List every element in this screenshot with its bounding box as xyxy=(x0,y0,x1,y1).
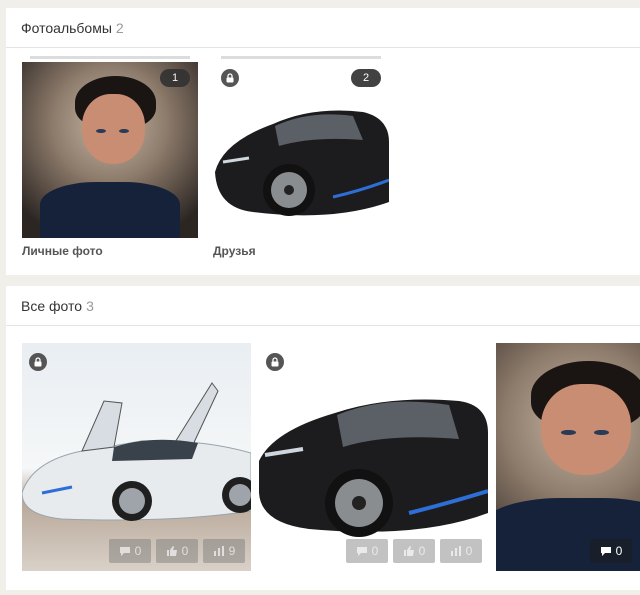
albums-count: 2 xyxy=(115,19,124,36)
comments-button[interactable]: 0 xyxy=(346,539,388,563)
comments-count: 0 xyxy=(134,544,142,558)
portrait-image xyxy=(496,343,640,571)
like-button[interactable]: 0 xyxy=(393,539,435,563)
views-count: 9 xyxy=(228,544,236,558)
views-icon xyxy=(450,546,461,556)
views-icon xyxy=(213,546,224,556)
lock-icon xyxy=(266,353,284,371)
lock-icon xyxy=(221,69,239,87)
car-image xyxy=(22,343,251,571)
album-card[interactable]: 2 Друзья xyxy=(213,56,389,258)
portrait-image xyxy=(22,62,198,238)
album-thumbnail[interactable]: 2 xyxy=(213,62,389,238)
likes-count: 0 xyxy=(181,544,189,558)
like-button[interactable]: 0 xyxy=(156,539,198,563)
comments-count: 0 xyxy=(615,544,623,558)
comment-icon xyxy=(600,547,611,556)
comments-button[interactable]: 0 xyxy=(590,539,632,563)
likes-count: 0 xyxy=(418,544,426,558)
lock-icon xyxy=(29,353,47,371)
views-button[interactable]: 0 xyxy=(440,539,482,563)
views-button[interactable]: 9 xyxy=(203,539,245,563)
photo-item[interactable]: 0 xyxy=(496,343,640,571)
photos-title[interactable]: Все фото xyxy=(21,298,82,314)
photo-item[interactable]: 0 0 9 xyxy=(22,343,251,571)
car-image xyxy=(213,62,389,238)
album-title[interactable]: Друзья xyxy=(213,244,389,258)
comment-icon xyxy=(119,547,130,556)
like-icon xyxy=(403,546,414,556)
album-thumbnail[interactable]: 1 xyxy=(22,62,198,238)
album-title[interactable]: Личные фото xyxy=(22,244,198,258)
car-image xyxy=(259,343,488,571)
album-photo-count-badge: 2 xyxy=(351,69,381,87)
albums-title[interactable]: Фотоальбомы xyxy=(21,20,112,36)
photo-stats: 0 0 0 xyxy=(346,539,482,563)
photo-stats: 0 xyxy=(590,539,632,563)
photos-header: Все фото 3 xyxy=(6,286,640,326)
photo-item[interactable]: 0 0 0 xyxy=(259,343,488,571)
albums-panel: Фотоальбомы 2 1 Личные фото 2 Друзья xyxy=(6,8,640,275)
albums-header: Фотоальбомы 2 xyxy=(6,8,640,48)
comment-icon xyxy=(356,547,367,556)
comments-button[interactable]: 0 xyxy=(109,539,151,563)
photos-panel: Все фото 3 0 0 9 0 0 0 0 xyxy=(6,286,640,590)
album-photo-count-badge: 1 xyxy=(160,69,190,87)
album-card[interactable]: 1 Личные фото xyxy=(22,56,198,258)
photos-count: 3 xyxy=(86,297,94,314)
views-count: 0 xyxy=(465,544,473,558)
like-icon xyxy=(166,546,177,556)
comments-count: 0 xyxy=(371,544,379,558)
photo-stats: 0 0 9 xyxy=(109,539,245,563)
